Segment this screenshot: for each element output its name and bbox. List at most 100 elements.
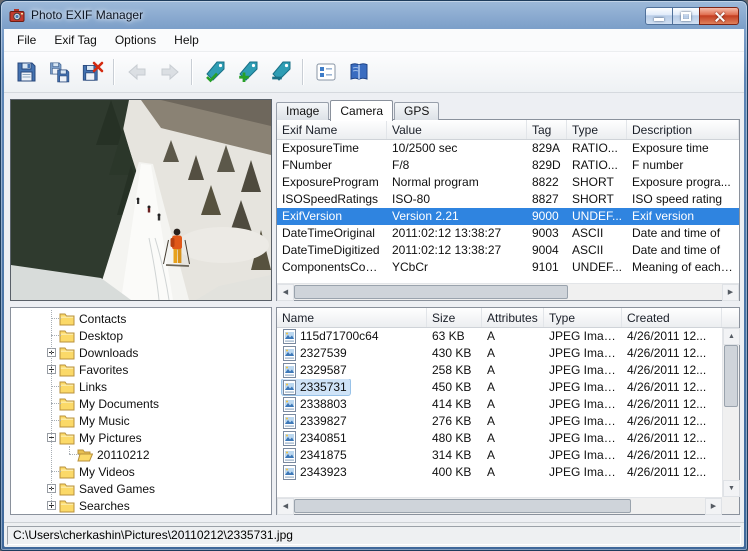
tree-item-contacts[interactable]: Contacts: [11, 310, 271, 327]
exif-row[interactable]: ExifVersionVersion 2.219000UNDEF...Exif …: [277, 208, 739, 225]
file-column-size[interactable]: Size: [427, 308, 482, 327]
exif-cell-name: ExifVersion: [277, 208, 387, 225]
tab-gps[interactable]: GPS: [394, 102, 439, 120]
scroll-right-button[interactable]: ▶: [722, 284, 739, 301]
tree-item-links[interactable]: Links: [11, 378, 271, 395]
close-button[interactable]: [699, 7, 739, 25]
viewer-button[interactable]: [309, 56, 342, 88]
file-cell-created: 4/26/2011 12...: [622, 464, 722, 481]
delete-exif-button[interactable]: [75, 56, 108, 88]
exif-row[interactable]: ExposureProgramNormal program8822SHORTEx…: [277, 174, 739, 191]
tree-guide-stub: [51, 318, 61, 319]
menu-help[interactable]: Help: [165, 30, 208, 51]
tree-item-20110212[interactable]: 20110212: [11, 446, 271, 463]
tree-item-desktop[interactable]: Desktop: [11, 327, 271, 344]
file-cell-size: 450 KB: [427, 379, 482, 396]
close-icon: [714, 11, 725, 22]
exif-row[interactable]: ExposureTime10/2500 sec829ARATIO...Expos…: [277, 140, 739, 157]
redo-button[interactable]: [153, 56, 186, 88]
scroll-right-button[interactable]: ▶: [705, 498, 722, 515]
minimize-button[interactable]: [645, 7, 673, 25]
exif-column-tag[interactable]: Tag: [527, 120, 567, 139]
file-name-text: 2335731: [300, 379, 347, 396]
tree-item-saved-games[interactable]: Saved Games: [11, 480, 271, 497]
file-cell-attributes: A: [482, 447, 544, 464]
exif-row[interactable]: ISOSpeedRatingsISO-808827SHORTISO speed …: [277, 191, 739, 208]
tab-camera[interactable]: Camera: [330, 100, 393, 121]
folder-icon: [59, 346, 75, 360]
file-row[interactable]: 115d71700c6463 KBAJPEG Image4/26/2011 12…: [277, 328, 739, 345]
tree-item-searches[interactable]: Searches: [11, 497, 271, 514]
file-row[interactable]: 2343923400 KBAJPEG Image4/26/2011 12...: [277, 464, 739, 481]
scrollbar-track[interactable]: [294, 498, 705, 514]
file-header: NameSizeAttributesTypeCreated: [277, 308, 739, 328]
exif-column-exif-name[interactable]: Exif Name: [277, 120, 387, 139]
scroll-up-button[interactable]: ▲: [723, 328, 740, 345]
file-name: 2341875: [282, 447, 350, 463]
scroll-down-button[interactable]: ▼: [723, 480, 740, 497]
exif-row[interactable]: DateTimeOriginal2011:02:12 13:38:279003A…: [277, 225, 739, 242]
scrollbar-thumb[interactable]: [294, 499, 631, 513]
edit-tag-button[interactable]: [198, 56, 231, 88]
tree-item-my-pictures[interactable]: My Pictures: [11, 429, 271, 446]
menu-options[interactable]: Options: [106, 30, 165, 51]
exif-row[interactable]: ComponentsConfig...YCbCr9101UNDEF...Mean…: [277, 259, 739, 276]
file-row[interactable]: 2341875314 KBAJPEG Image4/26/2011 12...: [277, 447, 739, 464]
maximize-button[interactable]: [672, 7, 700, 25]
exif-row[interactable]: DateTimeDigitized2011:02:12 13:38:279004…: [277, 242, 739, 259]
exif-column-value[interactable]: Value: [387, 120, 527, 139]
file-column-attributes[interactable]: Attributes: [482, 308, 544, 327]
tree-item-downloads[interactable]: Downloads: [11, 344, 271, 361]
file-column-type[interactable]: Type: [544, 308, 622, 327]
file-cell-created: 4/26/2011 12...: [622, 396, 722, 413]
tree-item-favorites[interactable]: Favorites: [11, 361, 271, 378]
exif-cell-name: ExposureProgram: [277, 174, 387, 191]
file-vertical-scrollbar[interactable]: ▲ ▼: [722, 328, 739, 497]
scrollbar-track[interactable]: [294, 284, 722, 300]
file-row[interactable]: 2327539430 KBAJPEG Image4/26/2011 12...: [277, 345, 739, 362]
scroll-left-button[interactable]: ◀: [277, 498, 294, 515]
tree-item-label: Desktop: [79, 329, 123, 343]
file-row[interactable]: 2335731450 KBAJPEG Image4/26/2011 12...: [277, 379, 739, 396]
tree-item-my-videos[interactable]: My Videos: [11, 463, 271, 480]
exif-header: Exif NameValueTagTypeDescription: [277, 120, 739, 140]
file-column-name[interactable]: Name: [277, 308, 427, 327]
exif-cell-tag: 9003: [527, 225, 567, 242]
save-exif-button[interactable]: [9, 56, 42, 88]
file-row[interactable]: 2339827276 KBAJPEG Image4/26/2011 12...: [277, 413, 739, 430]
file-horizontal-scrollbar[interactable]: ◀ ▶: [277, 497, 722, 514]
scrollbar-thumb[interactable]: [294, 285, 568, 299]
tab-image[interactable]: Image: [276, 102, 329, 120]
scrollbar-thumb[interactable]: [724, 345, 738, 407]
scrollbar-track[interactable]: [723, 345, 739, 480]
tree-item-my-music[interactable]: My Music: [11, 412, 271, 429]
file-row[interactable]: 2329587258 KBAJPEG Image4/26/2011 12...: [277, 362, 739, 379]
titlebar[interactable]: Photo EXIF Manager: [1, 1, 747, 29]
menu-exif-tag[interactable]: Exif Tag: [45, 30, 105, 51]
copy-exif-button[interactable]: [42, 56, 75, 88]
menu-file[interactable]: File: [8, 30, 45, 51]
file-cell-attributes: A: [482, 345, 544, 362]
file-name-text: 115d71700c64: [300, 328, 379, 345]
tree-item-my-documents[interactable]: My Documents: [11, 395, 271, 412]
exif-column-type[interactable]: Type: [567, 120, 627, 139]
save-exif-icon: [14, 60, 38, 84]
exif-horizontal-scrollbar[interactable]: ◀ ▶: [277, 283, 739, 300]
file-name-text: 2341875: [300, 447, 347, 464]
add-tag-button[interactable]: [231, 56, 264, 88]
exif-row[interactable]: FNumberF/8829DRATIO...F number: [277, 157, 739, 174]
file-row[interactable]: 2338803414 KBAJPEG Image4/26/2011 12...: [277, 396, 739, 413]
file-list-panel: NameSizeAttributesTypeCreated 115d71700c…: [276, 307, 740, 515]
help-book-button[interactable]: [342, 56, 375, 88]
scroll-left-button[interactable]: ◀: [277, 284, 294, 301]
toolbar: [4, 52, 744, 93]
file-cell-name: 2327539: [277, 345, 427, 362]
file-column-created[interactable]: Created: [622, 308, 722, 327]
file-cell-type: JPEG Image: [544, 362, 622, 379]
file-row[interactable]: 2340851480 KBAJPEG Image4/26/2011 12...: [277, 430, 739, 447]
exif-cell-description: Exposure time: [627, 140, 739, 157]
remove-tag-button[interactable]: [264, 56, 297, 88]
undo-button[interactable]: [120, 56, 153, 88]
tree-item-label: Searches: [79, 499, 130, 513]
exif-column-description[interactable]: Description: [627, 120, 739, 139]
